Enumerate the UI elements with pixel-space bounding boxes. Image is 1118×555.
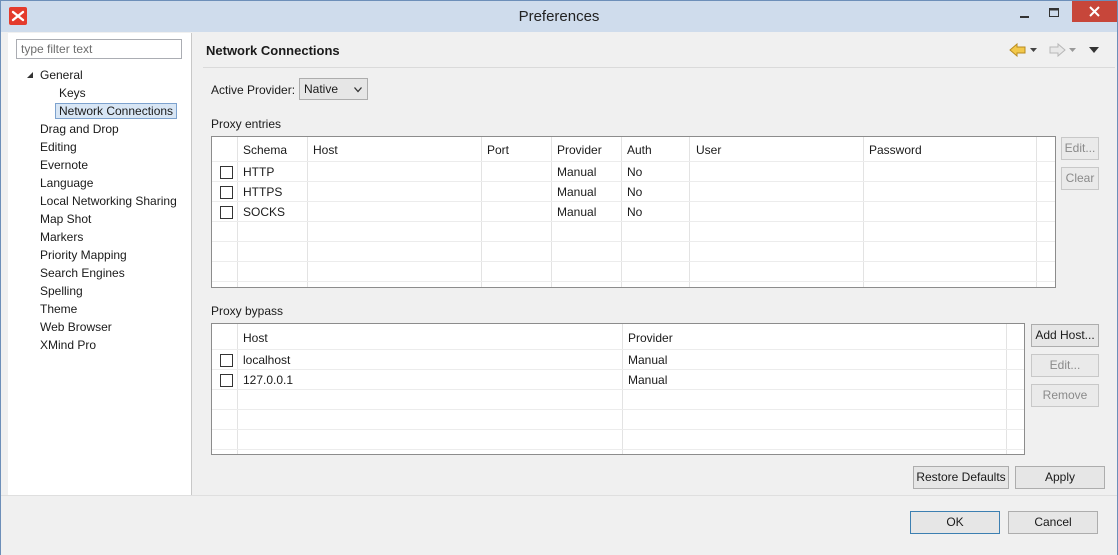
- column-header-schema[interactable]: Schema: [243, 143, 287, 157]
- close-icon: [1089, 6, 1100, 17]
- cell-host: localhost: [243, 353, 291, 367]
- tree-item-label: Web Browser: [40, 320, 112, 334]
- tree-item-label: Priority Mapping: [40, 248, 127, 262]
- cancel-button[interactable]: Cancel: [1008, 511, 1098, 534]
- page-title: Network Connections: [206, 43, 340, 58]
- cell-provider: Manual: [557, 205, 597, 219]
- active-provider-label: Active Provider:: [211, 83, 296, 97]
- edit-proxy-entry-button[interactable]: Edit...: [1061, 137, 1099, 160]
- back-arrow-icon[interactable]: [1009, 42, 1027, 58]
- tree-item[interactable]: Markers: [40, 228, 83, 246]
- close-button[interactable]: [1072, 1, 1117, 22]
- minimize-button[interactable]: [1011, 3, 1037, 25]
- tree-item-label: General: [40, 68, 83, 82]
- tree-item[interactable]: Theme: [40, 300, 77, 318]
- row-checkbox[interactable]: [220, 206, 233, 219]
- column-header-host[interactable]: Host: [243, 331, 268, 345]
- forward-arrow-icon[interactable]: [1048, 42, 1066, 58]
- tree-item-label: Drag and Drop: [40, 122, 119, 136]
- restore-defaults-button[interactable]: Restore Defaults: [913, 466, 1009, 489]
- tree-item-network-connections[interactable]: Network Connections: [55, 102, 181, 120]
- tree-item-label: Evernote: [40, 158, 89, 172]
- tree-item[interactable]: Editing: [40, 138, 77, 156]
- clear-proxy-entry-button[interactable]: Clear: [1061, 167, 1099, 190]
- tree-item-label: Keys: [59, 86, 86, 100]
- tree-item[interactable]: Local Networking Sharing: [40, 192, 177, 210]
- tree-item[interactable]: Spelling: [40, 282, 83, 300]
- proxy-entries-table: Schema Host Port Provider Auth User Pass…: [211, 136, 1056, 288]
- column-header-user[interactable]: User: [696, 143, 721, 157]
- view-menu-icon[interactable]: [1088, 45, 1100, 55]
- dialog-button-bar: OK Cancel: [1, 495, 1117, 555]
- row-checkbox[interactable]: [220, 186, 233, 199]
- cell-schema: SOCKS: [243, 205, 286, 219]
- column-header-provider[interactable]: Provider: [557, 143, 602, 157]
- column-header-auth[interactable]: Auth: [627, 143, 652, 157]
- cell-auth: No: [627, 165, 643, 179]
- tree-item[interactable]: Evernote: [40, 156, 88, 174]
- chevron-down-icon: [354, 87, 362, 93]
- proxy-entries-label: Proxy entries: [211, 117, 282, 131]
- maximize-button[interactable]: [1041, 3, 1067, 25]
- column-header-provider[interactable]: Provider: [628, 331, 673, 345]
- minimize-icon: [1020, 16, 1029, 18]
- tree-item[interactable]: Web Browser: [40, 318, 112, 336]
- tree-item-keys[interactable]: Keys: [59, 84, 86, 102]
- row-checkbox[interactable]: [220, 166, 233, 179]
- title-separator: [203, 67, 1115, 68]
- tree-item-label: Markers: [40, 230, 84, 244]
- tree-item-label: XMind Pro: [40, 338, 97, 352]
- column-header-password[interactable]: Password: [869, 143, 922, 157]
- tree-item[interactable]: Map Shot: [40, 210, 91, 228]
- add-host-button[interactable]: Add Host...: [1031, 324, 1099, 347]
- cell-provider: Manual: [628, 373, 668, 387]
- window-title: Preferences: [518, 8, 600, 25]
- tree-item-general[interactable]: General: [8, 66, 192, 84]
- preferences-window: Preferences General Keys Network Connect…: [0, 0, 1118, 555]
- preference-tree-panel: General Keys Network Connections Drag an…: [8, 33, 192, 495]
- active-provider-value: Native: [304, 82, 339, 96]
- active-provider-select[interactable]: Native: [299, 78, 368, 100]
- tree-item-label: Editing: [40, 140, 77, 154]
- expanded-arrow-icon[interactable]: [26, 71, 34, 79]
- cell-schema: HTTP: [243, 165, 275, 179]
- column-header-port[interactable]: Port: [487, 143, 509, 157]
- maximize-icon: [1049, 8, 1059, 17]
- apply-button[interactable]: Apply: [1015, 466, 1105, 489]
- column-header-host[interactable]: Host: [313, 143, 338, 157]
- tree-item-label: Spelling: [40, 284, 83, 298]
- ok-button[interactable]: OK: [910, 511, 1000, 534]
- tree-item-label-selected: Network Connections: [55, 103, 178, 119]
- cell-provider: Manual: [557, 185, 597, 199]
- row-checkbox[interactable]: [220, 374, 233, 387]
- tree-item-label: Local Networking Sharing: [40, 194, 177, 208]
- tree-item[interactable]: Priority Mapping: [40, 246, 127, 264]
- back-dropdown-icon[interactable]: [1029, 46, 1039, 54]
- filter-input[interactable]: [16, 39, 182, 59]
- cell-provider: Manual: [557, 165, 597, 179]
- cell-auth: No: [627, 205, 643, 219]
- tree-item-label: Theme: [40, 302, 78, 316]
- cell-host: 127.0.0.1: [243, 373, 294, 387]
- edit-bypass-button[interactable]: Edit...: [1031, 354, 1099, 377]
- tree-item[interactable]: Drag and Drop: [40, 120, 119, 138]
- cell-provider: Manual: [628, 353, 668, 367]
- tree-item[interactable]: Language: [40, 174, 93, 192]
- title-bar[interactable]: Preferences: [1, 1, 1117, 32]
- row-checkbox[interactable]: [220, 354, 233, 367]
- proxy-bypass-label: Proxy bypass: [211, 304, 284, 318]
- proxy-bypass-table: Host Provider localhost Manual 127.0.0.1…: [211, 323, 1025, 455]
- tree-item[interactable]: XMind Pro: [40, 336, 96, 354]
- cell-auth: No: [627, 185, 643, 199]
- tree-item-label: Map Shot: [40, 212, 92, 226]
- tree-item-label: Search Engines: [40, 266, 125, 280]
- tree-item-label: Language: [40, 176, 94, 190]
- forward-dropdown-icon[interactable]: [1068, 46, 1078, 54]
- remove-bypass-button[interactable]: Remove: [1031, 384, 1099, 407]
- tree-item[interactable]: Search Engines: [40, 264, 125, 282]
- cell-schema: HTTPS: [243, 185, 283, 199]
- preference-page: Network Connections Active Provider: Nat…: [193, 33, 1117, 495]
- page-navigation: [1009, 42, 1109, 58]
